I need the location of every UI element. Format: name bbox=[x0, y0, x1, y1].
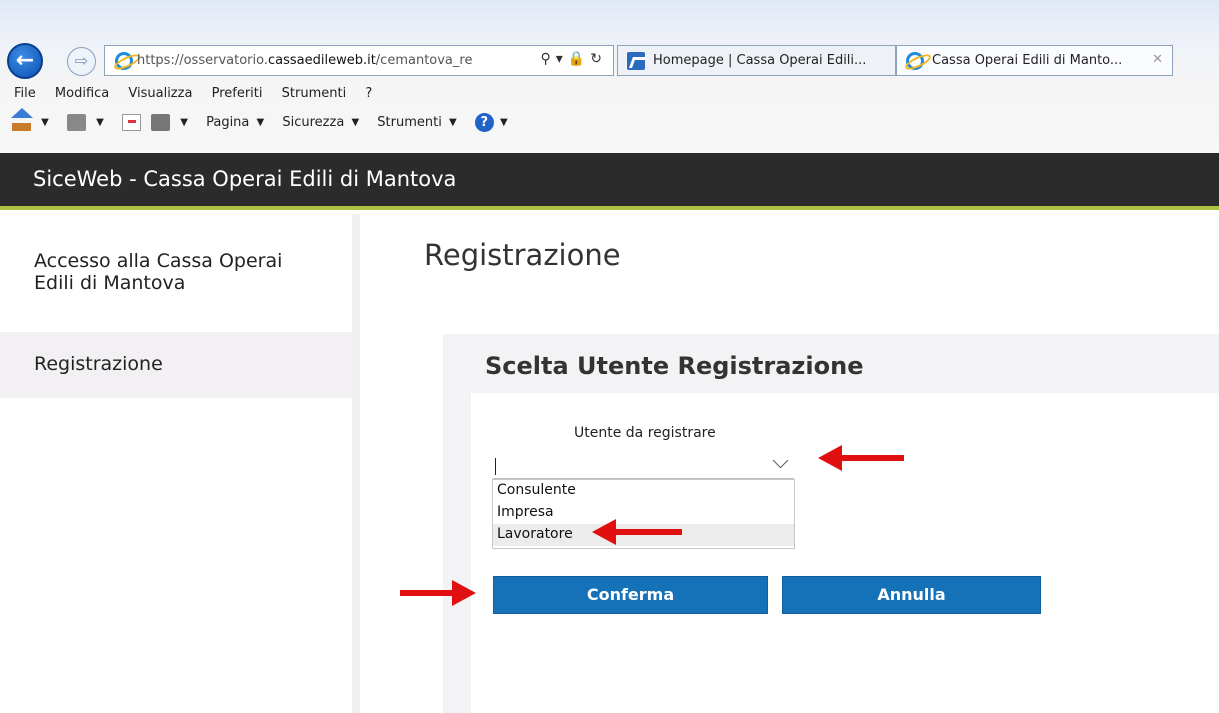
cancel-button[interactable]: Annulla bbox=[782, 576, 1041, 614]
menu-bar: File Modifica Visualizza Preferiti Strum… bbox=[14, 86, 387, 101]
tab-homepage[interactable]: Homepage | Cassa Operai Edili... bbox=[617, 45, 896, 76]
app-title: SiceWeb - Cassa Operai Edili di Mantova bbox=[33, 167, 457, 191]
menu-modifica[interactable]: Modifica bbox=[55, 86, 109, 101]
menu-preferiti[interactable]: Preferiti bbox=[212, 86, 263, 101]
chevron-down-icon[interactable]: ▼ bbox=[351, 117, 359, 128]
annotation-arrow-icon bbox=[400, 580, 476, 606]
sidebar-item-registrazione[interactable]: Registrazione bbox=[0, 332, 352, 398]
chevron-down-icon[interactable]: ▼ bbox=[449, 117, 457, 128]
page-title: Registrazione bbox=[424, 238, 621, 272]
address-tools-icon[interactable]: ⚲▾🔒↻ bbox=[541, 51, 607, 67]
sidebar-divider bbox=[352, 214, 360, 713]
sidebar-item-accesso[interactable]: Accesso alla Cassa Operai Edili di Manto… bbox=[0, 250, 300, 294]
text-cursor bbox=[495, 458, 496, 475]
browser-chrome: ← ⇨ https://osservatorio.cassaedileweb.i… bbox=[0, 0, 1219, 153]
command-bar: ▼ ▼ ▼ Pagina ▼ Sicurezza ▼ Strumenti ▼ ?… bbox=[11, 108, 522, 147]
user-type-select[interactable] bbox=[493, 452, 794, 479]
tab-label: Homepage | Cassa Operai Edili... bbox=[653, 53, 867, 68]
feed-icon[interactable] bbox=[66, 114, 86, 131]
confirm-button[interactable]: Conferma bbox=[493, 576, 768, 614]
ie-icon bbox=[906, 52, 924, 70]
mail-icon[interactable] bbox=[121, 114, 141, 131]
annotation-arrow-icon bbox=[818, 445, 904, 471]
chevron-down-icon[interactable]: ▼ bbox=[41, 117, 49, 128]
chevron-down-icon[interactable]: ▼ bbox=[500, 117, 508, 128]
chevron-down-icon[interactable]: ▼ bbox=[180, 117, 188, 128]
close-icon[interactable]: ✕ bbox=[1152, 52, 1163, 67]
back-icon[interactable]: ← bbox=[7, 43, 43, 79]
tab-active[interactable]: Cassa Operai Edili di Manto... ✕ bbox=[896, 45, 1173, 76]
forward-icon[interactable]: ⇨ bbox=[67, 47, 96, 76]
menu-visualizza[interactable]: Visualizza bbox=[128, 86, 192, 101]
annotation-arrow-icon bbox=[592, 519, 682, 545]
ie-icon bbox=[115, 52, 133, 70]
site-favicon-icon bbox=[627, 52, 645, 70]
option-impresa[interactable]: Impresa bbox=[493, 502, 794, 524]
url-text: https://osservatorio.cassaedileweb.it/ce… bbox=[137, 53, 473, 68]
security-menu[interactable]: Sicurezza bbox=[282, 115, 344, 130]
address-bar[interactable]: https://osservatorio.cassaedileweb.it/ce… bbox=[104, 45, 614, 76]
sidebar: Accesso alla Cassa Operai Edili di Manto… bbox=[0, 214, 352, 713]
chevron-down-icon[interactable]: ▼ bbox=[96, 117, 104, 128]
chevron-down-icon[interactable]: ▼ bbox=[257, 117, 265, 128]
menu-help[interactable]: ? bbox=[365, 86, 372, 101]
menu-file[interactable]: File bbox=[14, 86, 36, 101]
tab-label: Cassa Operai Edili di Manto... bbox=[932, 53, 1123, 68]
user-type-dropdown: Consulente Impresa Lavoratore bbox=[492, 479, 795, 549]
page-menu[interactable]: Pagina bbox=[206, 115, 249, 130]
option-consulente[interactable]: Consulente bbox=[493, 480, 794, 502]
user-type-label: Utente da registrare bbox=[574, 425, 716, 441]
print-icon[interactable] bbox=[151, 114, 171, 131]
help-icon[interactable]: ? bbox=[474, 113, 494, 132]
panel-body bbox=[471, 393, 1219, 713]
chevron-down-icon[interactable] bbox=[772, 452, 789, 469]
menu-strumenti[interactable]: Strumenti bbox=[282, 86, 347, 101]
tools-menu[interactable]: Strumenti bbox=[377, 115, 442, 130]
app-header: SiceWeb - Cassa Operai Edili di Mantova bbox=[0, 153, 1219, 210]
home-icon[interactable] bbox=[11, 108, 33, 131]
option-lavoratore[interactable]: Lavoratore bbox=[493, 524, 794, 546]
panel-title: Scelta Utente Registrazione bbox=[485, 352, 864, 380]
